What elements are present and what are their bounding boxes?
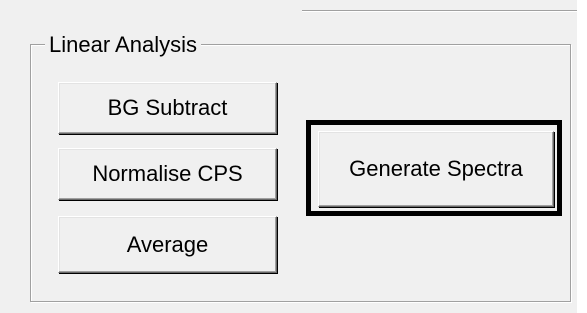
bg-subtract-button[interactable]: BG Subtract — [58, 82, 277, 134]
window-edge — [577, 0, 587, 313]
groupbox-title: Linear Analysis — [45, 31, 201, 59]
separator-highlight — [302, 11, 577, 12]
generate-spectra-button[interactable]: Generate Spectra — [318, 131, 554, 207]
average-button[interactable]: Average — [58, 216, 277, 273]
normalise-cps-button[interactable]: Normalise CPS — [58, 148, 277, 200]
